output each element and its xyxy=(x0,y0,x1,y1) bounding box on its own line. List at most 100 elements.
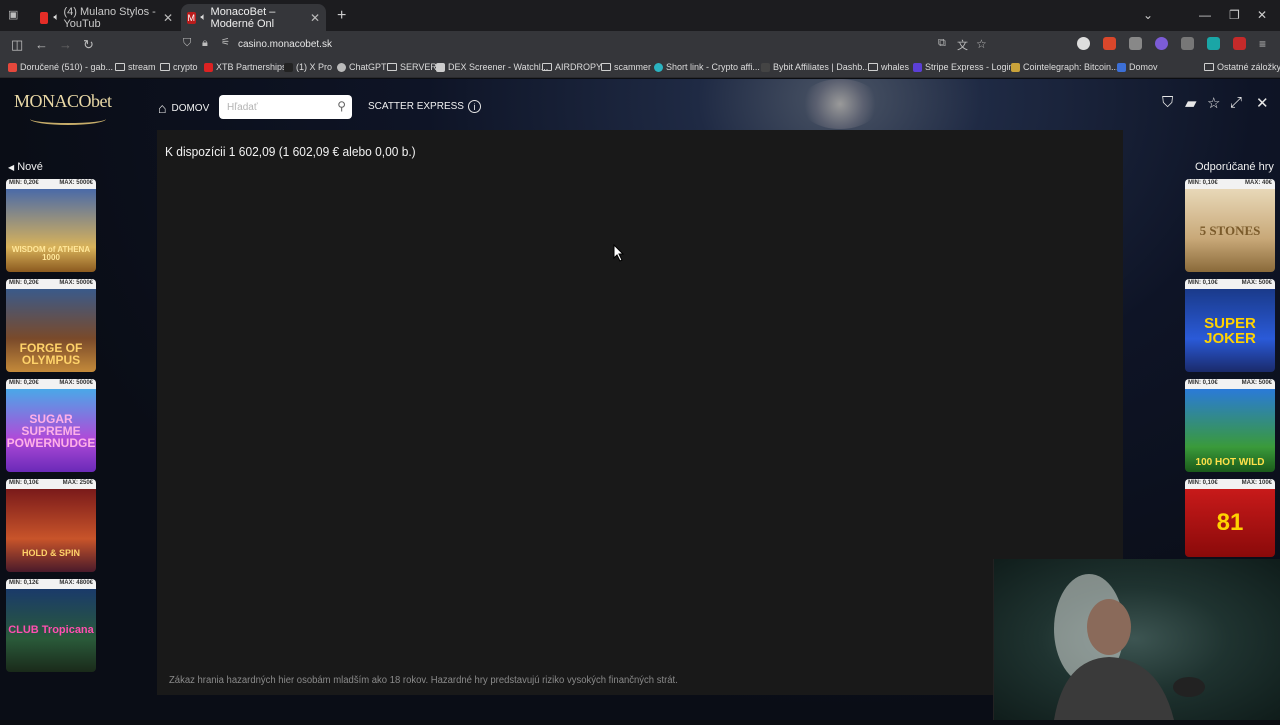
speaker-icon[interactable]: 🔈︎ xyxy=(53,12,59,23)
new-tab-button[interactable]: + xyxy=(337,7,346,25)
bookmark-item[interactable]: Cointelegraph: Bitcoin... xyxy=(1011,62,1119,72)
site-logo[interactable]: MONACObet xyxy=(14,91,112,112)
webcam-overlay xyxy=(993,559,1280,720)
moon-decoration xyxy=(800,79,880,129)
browser-toolbar: ◫ ← → ↻ ⛉ 🔒︎ ⚟ casino.monacobet.sk ⧉ 文 ☆… xyxy=(0,31,1280,58)
restore-button[interactable]: ❐ xyxy=(1229,8,1240,22)
bookmark-folder[interactable]: stream xyxy=(115,62,156,72)
game-thumb[interactable]: MIN: 0,10€ MAX: 500€ 100 HOT WILD xyxy=(1185,379,1275,472)
bookmark-item[interactable]: DEX Screener - Watchl... xyxy=(436,62,548,72)
extension-1-icon[interactable] xyxy=(1077,37,1090,50)
nav-home-link[interactable]: ⌂ DOMOV xyxy=(158,100,209,116)
search-icon[interactable]: ⚲ xyxy=(337,99,346,113)
wallet-icon[interactable]: ▰ xyxy=(1185,94,1197,112)
close-tab-icon[interactable]: ✕ xyxy=(163,11,173,25)
logo-ornament xyxy=(30,113,106,125)
shield-icon[interactable]: ⛉ xyxy=(183,37,191,50)
bet-limits: MIN: 0,10€ MAX: 500€ xyxy=(1185,379,1275,389)
install-app-icon[interactable]: ⧉ xyxy=(938,37,946,50)
bet-limits: MIN: 0,10€ MAX: 40€ xyxy=(1185,179,1275,189)
sidebar-icon[interactable]: ◫ xyxy=(11,37,23,53)
back-button[interactable]: ← xyxy=(35,37,48,52)
recommended-games-title[interactable]: Odporúčané hry xyxy=(1195,161,1274,173)
monacobet-favicon-icon: M xyxy=(187,11,196,24)
home-icon: ⌂ xyxy=(158,100,167,116)
game-thumb[interactable]: MIN: 0,10€ MAX: 100€ 81 xyxy=(1185,479,1275,557)
tab-actions-icon[interactable]: ▣ xyxy=(8,8,18,21)
bookmark-star-icon[interactable]: ☆ xyxy=(976,37,987,51)
scatter-express-link[interactable]: SCATTER EXPRESS i xyxy=(368,100,481,113)
new-games-title[interactable]: ◀ Nové xyxy=(8,161,43,173)
extension-3-icon[interactable] xyxy=(1129,37,1142,50)
game-thumb[interactable]: MIN: 0,10€ MAX: 250€ HOLD & SPIN xyxy=(6,479,96,572)
close-window-button[interactable]: ✕ xyxy=(1257,8,1267,22)
gambling-disclaimer: Zákaz hrania hazardných hier osobám mlad… xyxy=(169,675,678,686)
extension-puzzle-icon[interactable] xyxy=(1181,37,1194,50)
bet-limits: MIN: 0,10€ MAX: 100€ xyxy=(1185,479,1275,489)
scatter-express-label: SCATTER EXPRESS xyxy=(368,101,464,112)
bookmark-folder[interactable]: crypto xyxy=(160,62,198,72)
bet-limits: MIN: 0,20€ MAX: 5000€ xyxy=(6,279,96,289)
menu-icon[interactable]: ≡ xyxy=(1259,37,1266,51)
game-art: SUPER JOKER xyxy=(1185,289,1275,372)
bookmark-item[interactable]: XTB Partnerships xyxy=(204,62,287,72)
bookmark-folder[interactable]: whales xyxy=(868,62,909,72)
nav-home-label: DOMOV xyxy=(171,102,210,114)
close-game-icon[interactable]: ✕ xyxy=(1256,94,1269,112)
speaker-icon[interactable]: 🔈︎ xyxy=(201,12,207,23)
tab-youtube[interactable]: 🔈︎ (4) Mulano Stylos - YouTub ✕ xyxy=(34,4,179,31)
extension-6-icon[interactable] xyxy=(1233,37,1246,50)
game-art: 81 xyxy=(1185,489,1275,557)
bookmark-item[interactable]: Domov xyxy=(1117,62,1158,72)
bookmark-folder[interactable]: SERVER xyxy=(387,62,437,72)
bet-limits: MIN: 0,10€ MAX: 250€ xyxy=(6,479,96,489)
search-input[interactable] xyxy=(219,95,319,119)
youtube-icon xyxy=(40,11,49,24)
lock-icon[interactable]: 🔒︎ xyxy=(202,37,208,50)
bookmark-folder[interactable]: AIRDROPY xyxy=(542,62,602,72)
game-thumb[interactable]: MIN: 0,10€ MAX: 500€ SUPER JOKER xyxy=(1185,279,1275,372)
bookmark-folder[interactable]: scammer xyxy=(601,62,651,72)
game-thumb[interactable]: MIN: 0,10€ MAX: 40€ 5 STONES xyxy=(1185,179,1275,272)
minimize-button[interactable]: — xyxy=(1199,8,1211,22)
tab-strip: ▣ 🔈︎ (4) Mulano Stylos - YouTub ✕ M 🔈︎ M… xyxy=(0,0,1280,31)
favorite-star-icon[interactable]: ☆ xyxy=(1207,94,1220,112)
forward-button[interactable]: → xyxy=(59,37,72,52)
bookmark-item[interactable]: Doručené (510) - gab... xyxy=(8,62,113,72)
game-thumb[interactable]: MIN: 0,20€ MAX: 5000€ WISDOM of ATHENA 10… xyxy=(6,179,96,272)
game-art: 100 HOT WILD xyxy=(1185,389,1275,472)
extension-5-icon[interactable] xyxy=(1207,37,1220,50)
reload-button[interactable]: ↻ xyxy=(83,37,94,53)
bookmark-item[interactable]: Short link - Crypto affi... xyxy=(654,62,760,72)
bookmark-item[interactable]: (1) X Pro xyxy=(284,62,332,72)
bookmarks-bar: Doručené (510) - gab... stream crypto XT… xyxy=(0,58,1280,78)
game-art: HOLD & SPIN xyxy=(6,489,96,572)
game-art: CLUB Tropicana xyxy=(6,589,96,672)
bookmark-item[interactable]: ChatGPT xyxy=(337,62,387,72)
other-bookmarks-folder[interactable]: Ostatné záložky xyxy=(1204,62,1280,72)
game-thumb[interactable]: MIN: 0,20€ MAX: 5000€ FORGE OF OLYMPUS xyxy=(6,279,96,372)
caret-left-icon: ◀ xyxy=(8,163,15,172)
streamer-silhouette xyxy=(1054,574,1205,720)
shield-icon[interactable]: ⛉ xyxy=(1162,94,1173,111)
extension-2-icon[interactable] xyxy=(1103,37,1116,50)
extension-4-icon[interactable] xyxy=(1155,37,1168,50)
fullscreen-icon[interactable]: ⤢ xyxy=(1230,94,1242,111)
address-bar[interactable]: casino.monacobet.sk xyxy=(238,39,332,50)
search-box[interactable]: ⚲ xyxy=(219,95,352,119)
bookmark-item[interactable]: Stripe Express - Login xyxy=(913,62,1014,72)
game-art: WISDOM of ATHENA 1000 xyxy=(6,189,96,272)
bookmark-item[interactable]: Bybit Affiliates | Dashb... xyxy=(761,62,870,72)
tab-monacobet[interactable]: M 🔈︎ MonacoBet – Moderné Onl ✕ xyxy=(181,4,326,31)
info-icon[interactable]: i xyxy=(467,100,481,113)
game-thumb[interactable]: MIN: 0,20€ MAX: 5000€ SUGAR SUPREME POWER… xyxy=(6,379,96,472)
game-art: SUGAR SUPREME POWERNUDGE xyxy=(6,389,96,472)
game-thumb[interactable]: MIN: 0,12€ MAX: 4800€ CLUB Tropicana xyxy=(6,579,96,672)
game-art: FORGE OF OLYMPUS xyxy=(6,289,96,372)
close-tab-icon[interactable]: ✕ xyxy=(310,11,320,25)
site-settings-icon[interactable]: ⚟ xyxy=(221,37,230,48)
tab-search-chevron-icon[interactable]: ⌄ xyxy=(1143,8,1153,22)
game-panel[interactable]: K dispozícii 1 602,09 (1 602,09 € alebo … xyxy=(157,130,1123,695)
translate-icon[interactable]: 文 xyxy=(957,37,968,53)
mouse-cursor-icon xyxy=(613,244,625,262)
